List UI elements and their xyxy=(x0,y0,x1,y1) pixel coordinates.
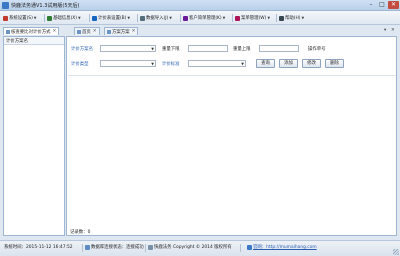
chevron-down-icon: ▼ xyxy=(169,16,172,20)
document-icon xyxy=(107,29,111,34)
menu-customer-management[interactable]: 客户简单管理(K) ▼ xyxy=(183,14,225,22)
resize-grip[interactable] xyxy=(393,249,399,255)
menu-help[interactable]: 帮助(H) ▼ xyxy=(279,14,304,22)
close-icon[interactable]: ✕ xyxy=(53,29,57,34)
tab-label: 核查要比对计价方式 xyxy=(11,29,51,35)
chevron-down-icon: ▼ xyxy=(33,16,37,20)
chevron-down-icon: ▼ xyxy=(267,16,271,20)
window-title: 快鹿法务通V1.3试用版(5天后) xyxy=(11,3,80,9)
plan-list-panel: 计价方案名 xyxy=(3,36,65,236)
home-icon xyxy=(77,29,81,34)
chevron-down-icon: ▼ xyxy=(78,16,81,20)
tab-home[interactable]: 首页 ✕ xyxy=(74,27,100,35)
database-icon xyxy=(85,245,90,250)
minimize-button[interactable]: – xyxy=(366,1,376,9)
upper-limit-input[interactable] xyxy=(259,45,299,52)
record-count: 记录数：0 xyxy=(70,230,91,235)
status-bar: 系统时间：2015-11-12 16:47:52 数据库连接状态：连接成功 快鹿… xyxy=(0,240,400,256)
operation-number-label: 操作单号 xyxy=(308,47,326,52)
tab-list-icon[interactable]: ▾ xyxy=(384,28,386,33)
menu-data-import[interactable]: 数据导入(J) ▼ xyxy=(140,14,172,22)
lower-limit-label: 重量下限 xyxy=(162,47,180,52)
menu-label: 数据导入(J) xyxy=(146,16,169,21)
close-icon[interactable]: ✕ xyxy=(391,28,395,33)
menu-label: 系统设置(S) xyxy=(9,16,33,21)
data-grid[interactable] xyxy=(68,75,396,225)
query-button[interactable]: 查询 xyxy=(256,59,275,68)
document-icon xyxy=(6,29,10,34)
app-icon xyxy=(2,2,9,9)
plan-name-label: 计价方案名 xyxy=(71,47,93,52)
main-panel: 计价方案名 ▼ 重量下限 重量上限 操作单号 计价类型 ▼ 计价标准 ▼ 查询 … xyxy=(66,36,397,236)
db-status: 数据库连接状态：连接成功 xyxy=(91,245,144,250)
gear-icon xyxy=(3,15,8,21)
help-icon xyxy=(279,15,284,21)
user-icon xyxy=(148,245,153,250)
grid-body xyxy=(68,75,396,225)
chevron-down-icon: ▼ xyxy=(151,47,154,51)
pricing-type-label: 计价类型 xyxy=(71,62,89,67)
menu-case-management[interactable]: 案单管理(W) ▼ xyxy=(235,14,270,22)
tab-bar: 核查要比对计价方式 ✕ 首页 ✕ 方案方案 ✕ ▾ ✕ xyxy=(0,26,400,35)
tab-plan[interactable]: 方案方案 ✕ xyxy=(104,27,139,35)
copyright: 快鹿法务 Copyright © 2014 版权所有 xyxy=(154,245,232,250)
chevron-down-icon: ▼ xyxy=(241,62,244,66)
tab-label: 方案方案 xyxy=(112,29,130,35)
system-time: 系统时间：2015-11-12 16:47:52 xyxy=(4,245,73,250)
import-icon xyxy=(140,15,145,21)
menu-label: 帮助(H) xyxy=(285,16,301,21)
pricing-type-select[interactable]: ▼ xyxy=(100,60,156,67)
globe-icon xyxy=(247,245,252,250)
menu-label: 案单管理(W) xyxy=(241,16,267,21)
menu-bar: 系统设置(S) ▼ 基础信息(X) ▼ 计价表设置(B) ▼ 数据导入(J) ▼… xyxy=(0,11,400,25)
customer-icon xyxy=(183,15,188,21)
maximize-button[interactable]: □ xyxy=(377,1,387,9)
table-icon xyxy=(92,15,97,21)
edit-icon xyxy=(47,15,52,21)
tab-pricing-method[interactable]: 核查要比对计价方式 ✕ xyxy=(3,27,60,35)
chevron-down-icon: ▼ xyxy=(127,16,131,20)
tab-label: 首页 xyxy=(82,29,91,35)
pricing-standard-label: 计价标准 xyxy=(162,62,180,67)
menu-label: 基础信息(X) xyxy=(53,16,77,21)
chevron-down-icon: ▼ xyxy=(151,62,154,66)
close-window-button[interactable]: ✕ xyxy=(388,1,399,9)
menu-label: 计价表设置(B) xyxy=(98,16,127,21)
menu-basic-info[interactable]: 基础信息(X) ▼ xyxy=(47,14,81,22)
add-button[interactable]: 添加 xyxy=(279,59,298,68)
delete-button[interactable]: 删除 xyxy=(325,59,344,68)
chevron-down-icon: ▼ xyxy=(222,16,226,20)
modify-button[interactable]: 修改 xyxy=(302,59,321,68)
close-icon[interactable]: ✕ xyxy=(93,29,97,34)
website-link[interactable]: 官网：http://mumaihang.com xyxy=(253,244,317,250)
case-icon xyxy=(235,15,240,21)
plan-name-select[interactable]: ▼ xyxy=(100,45,156,52)
close-icon[interactable]: ✕ xyxy=(132,29,136,34)
lower-limit-input[interactable] xyxy=(188,45,228,52)
pricing-standard-select[interactable]: ▼ xyxy=(188,60,246,67)
chevron-down-icon: ▼ xyxy=(301,16,305,20)
menu-system-settings[interactable]: 系统设置(S) ▼ xyxy=(3,14,36,22)
menu-pricing-table[interactable]: 计价表设置(B) ▼ xyxy=(92,14,130,22)
upper-limit-label: 重量上限 xyxy=(233,47,251,52)
plan-list-header: 计价方案名 xyxy=(4,37,64,45)
title-bar: 快鹿法务通V1.3试用版(5天后) – □ ✕ xyxy=(0,0,400,11)
menu-label: 客户简单管理(K) xyxy=(189,16,222,21)
